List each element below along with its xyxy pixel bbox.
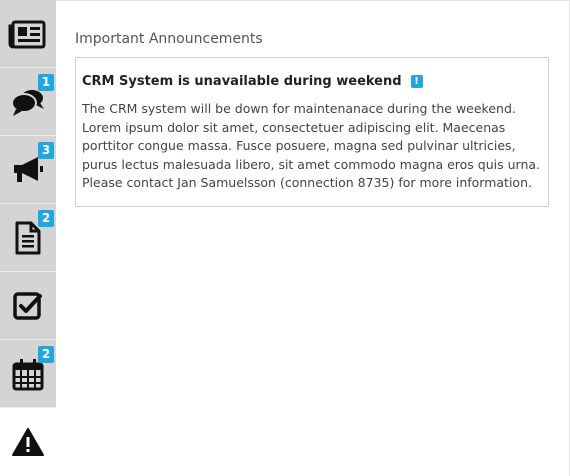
announcements-panel: Important Announcements CRM System is un… — [56, 0, 570, 476]
tab-campaigns-badge: 3 — [38, 142, 54, 159]
tab-announcements[interactable] — [0, 408, 56, 476]
announcement-title: CRM System is unavailable during weekend — [82, 74, 402, 89]
tab-campaigns[interactable]: 3 — [0, 136, 56, 204]
tab-documents-badge: 2 — [38, 210, 54, 227]
announcement-body: The CRM system will be down for maintena… — [82, 101, 541, 190]
exclamation-icon: ! — [410, 75, 423, 88]
announcement-title-row: CRM System is unavailable during weekend… — [82, 74, 542, 89]
tab-news[interactable] — [0, 0, 56, 68]
checkbox-icon — [13, 291, 42, 320]
tab-tasks[interactable] — [0, 272, 56, 340]
tab-calendar[interactable]: 2 — [0, 340, 56, 408]
tab-documents[interactable]: 2 — [0, 204, 56, 272]
tab-calendar-badge: 2 — [38, 346, 54, 363]
tab-messages-badge: 1 — [38, 74, 54, 91]
announcement-card: CRM System is unavailable during weekend… — [75, 57, 549, 207]
sidebar: 1 3 2 2 — [0, 0, 56, 476]
warning-icon — [12, 428, 44, 456]
newspaper-icon — [8, 20, 46, 48]
page-title: Important Announcements — [75, 31, 263, 47]
tab-messages[interactable]: 1 — [0, 68, 56, 136]
